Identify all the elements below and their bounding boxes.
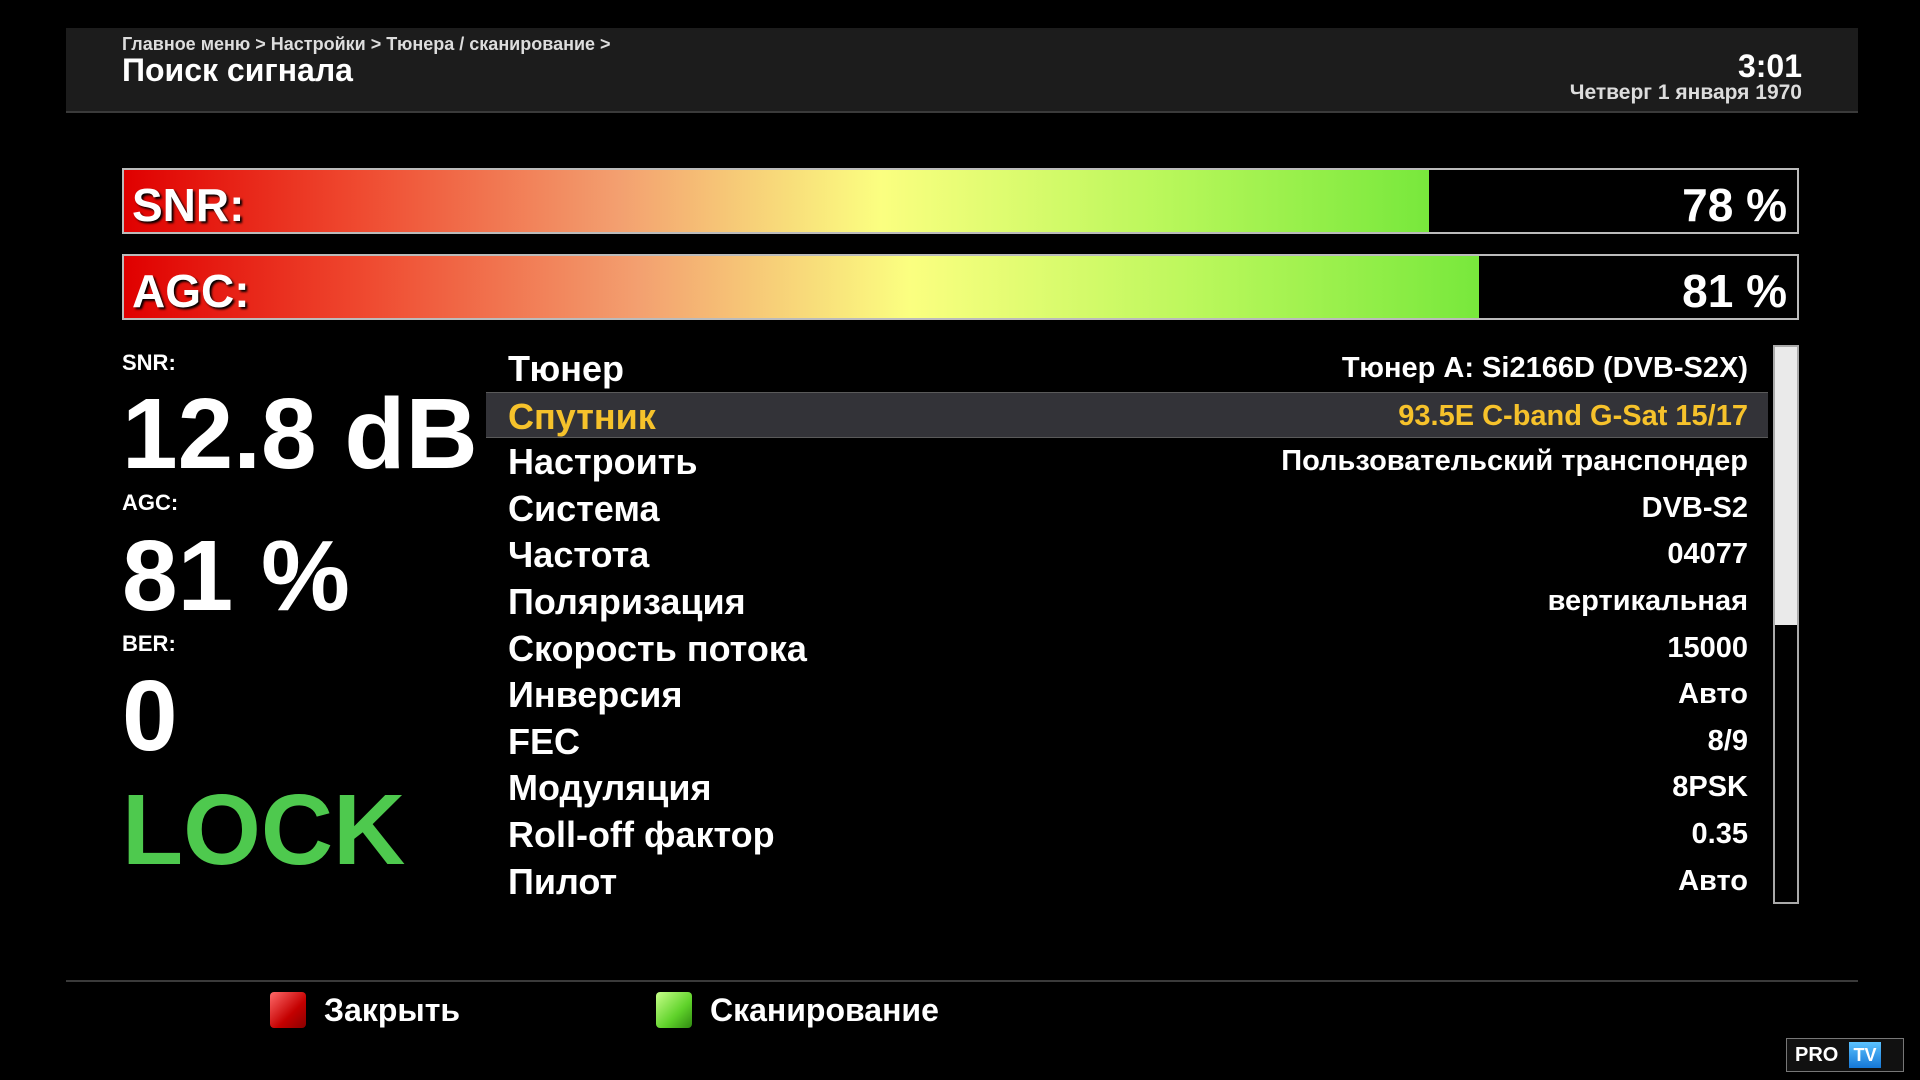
param-label: Поляризация bbox=[508, 580, 746, 622]
ber-stat-value: 0 bbox=[122, 660, 178, 772]
param-label: Модуляция bbox=[508, 767, 712, 809]
param-value: 15000 bbox=[1667, 631, 1748, 664]
watermark-tv-text: TV bbox=[1849, 1042, 1881, 1068]
param-label: FEC bbox=[508, 720, 580, 762]
param-value: 0.35 bbox=[1691, 817, 1748, 850]
green-key-icon[interactable] bbox=[656, 992, 692, 1028]
param-row[interactable]: Инверсия Авто bbox=[486, 671, 1768, 718]
footer-divider bbox=[66, 980, 1858, 982]
red-key-icon[interactable] bbox=[270, 992, 306, 1028]
scan-button[interactable]: Сканирование bbox=[710, 992, 939, 1029]
param-row[interactable]: Roll-off фактор 0.35 bbox=[486, 811, 1768, 858]
param-row[interactable]: Модуляция 8PSK bbox=[486, 764, 1768, 811]
param-value: Авто bbox=[1678, 864, 1748, 897]
agc-stat-label: AGC: bbox=[122, 490, 179, 515]
header-bar: Главное меню > Настройки > Тюнера / скан… bbox=[66, 28, 1858, 113]
param-row[interactable]: Спутник 93.5E C-band G-Sat 15/17 bbox=[486, 391, 1768, 439]
ber-stat-label: BER: bbox=[122, 631, 176, 656]
param-row[interactable]: Поляризация вертикальная bbox=[486, 578, 1768, 625]
param-row[interactable]: Тюнер Тюнер A: Si2166D (DVB-S2X) bbox=[486, 345, 1768, 392]
snr-bar-label: SNR: bbox=[132, 179, 245, 231]
agc-bar-value: 81 % bbox=[1682, 265, 1787, 317]
param-value: 04077 bbox=[1667, 538, 1748, 571]
param-row[interactable]: FEC 8/9 bbox=[486, 718, 1768, 765]
agc-stat-value: 81 % bbox=[122, 520, 350, 632]
lock-status: LOCK bbox=[122, 774, 406, 886]
agc-bar-label: AGC: bbox=[132, 265, 250, 317]
close-button[interactable]: Закрыть bbox=[324, 992, 460, 1029]
scrollbar[interactable] bbox=[1773, 345, 1799, 904]
param-label: Roll-off фактор bbox=[508, 813, 775, 855]
clock-time: 3:01 bbox=[1737, 48, 1802, 84]
param-value: 8PSK bbox=[1672, 771, 1748, 804]
param-label: Спутник bbox=[508, 395, 656, 437]
param-row[interactable]: Пилот Авто bbox=[486, 858, 1768, 905]
agc-bar-fill bbox=[124, 256, 1480, 318]
protv-watermark-logo: PRO TV bbox=[1786, 1038, 1904, 1072]
param-row[interactable]: Система DVB-S2 bbox=[486, 485, 1768, 532]
param-value: Тюнер A: Si2166D (DVB-S2X) bbox=[1341, 352, 1748, 384]
param-value: Авто bbox=[1678, 678, 1748, 711]
param-label: Пилот bbox=[508, 860, 618, 902]
param-label: Частота bbox=[508, 534, 650, 576]
agc-bar: AGC: 81 % bbox=[122, 254, 1799, 320]
watermark-pro-text: PRO bbox=[1795, 1044, 1839, 1066]
snr-bar-fill bbox=[124, 170, 1429, 232]
param-label: Инверсия bbox=[508, 674, 683, 716]
param-label: Скорость потока bbox=[508, 627, 807, 669]
param-label: Настроить bbox=[508, 441, 698, 483]
clock-date: Четверг 1 января 1970 bbox=[1569, 81, 1802, 104]
param-value: Пользовательский транспондер bbox=[1281, 445, 1748, 478]
snr-bar: SNR: 78 % bbox=[122, 168, 1799, 234]
param-row[interactable]: Скорость потока 15000 bbox=[486, 625, 1768, 672]
param-row[interactable]: Настроить Пользовательский транспондер bbox=[486, 438, 1768, 485]
page-title: Поиск сигнала bbox=[122, 52, 353, 88]
param-label: Тюнер bbox=[508, 348, 625, 389]
param-label: Система bbox=[508, 487, 660, 529]
snr-stat-label: SNR: bbox=[122, 350, 176, 375]
param-value: DVB-S2 bbox=[1641, 491, 1748, 524]
snr-bar-value: 78 % bbox=[1682, 179, 1787, 231]
scrollbar-thumb[interactable] bbox=[1775, 347, 1797, 625]
param-row[interactable]: Частота 04077 bbox=[486, 531, 1768, 578]
param-value: 93.5E C-band G-Sat 15/17 bbox=[1398, 399, 1748, 432]
tuning-parameters-list: Тюнер Тюнер A: Si2166D (DVB-S2X) Спутник 93… bbox=[486, 345, 1768, 904]
param-value: 8/9 bbox=[1707, 724, 1748, 757]
param-value: вертикальная bbox=[1547, 584, 1748, 617]
snr-stat-value: 12.8 dB bbox=[122, 378, 478, 490]
